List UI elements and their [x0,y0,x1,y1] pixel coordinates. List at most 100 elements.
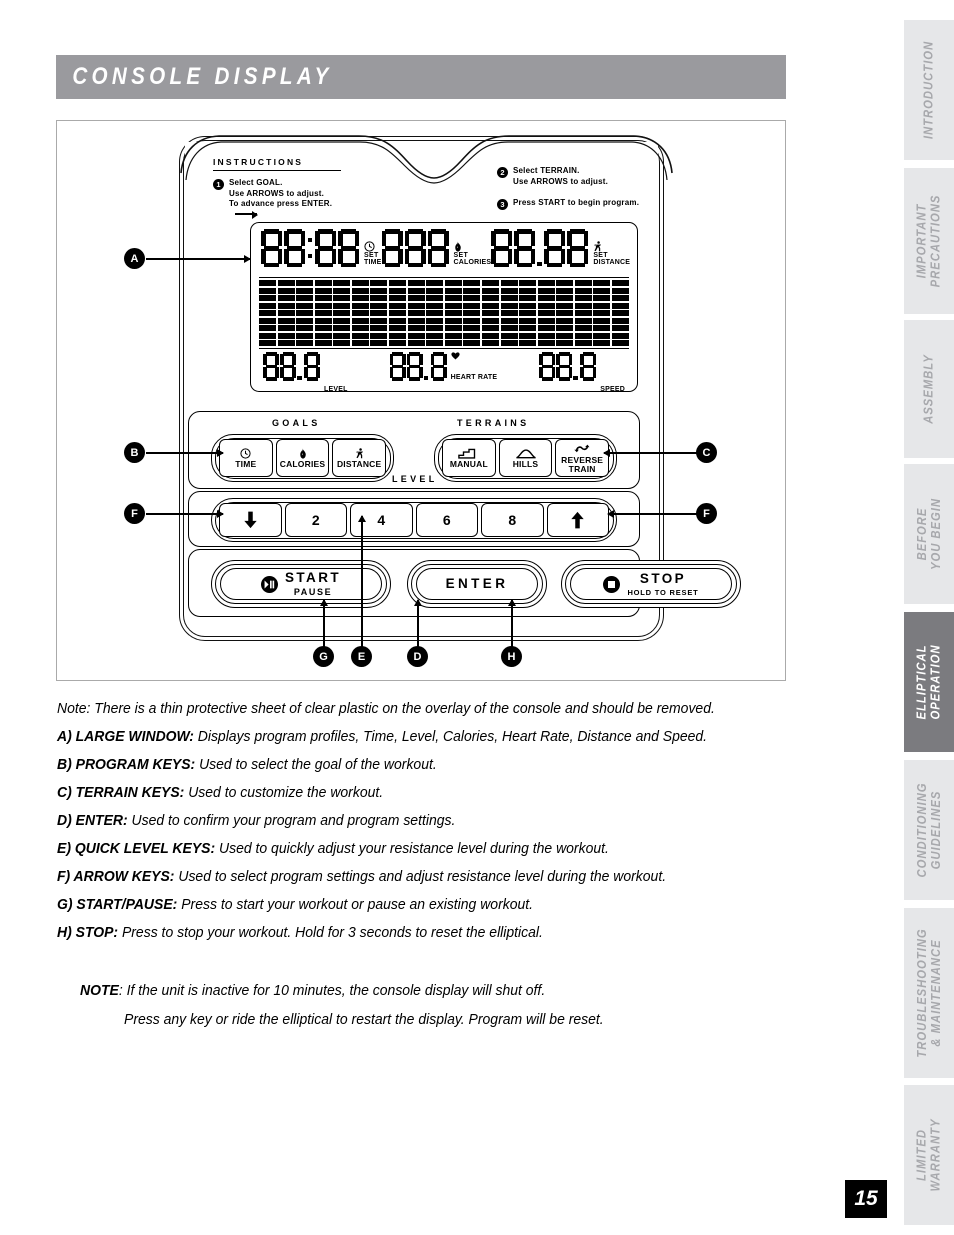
lcd-matrix-cell [574,340,592,346]
lcd-matrix-cell [537,325,555,331]
step-line: Select GOAL. [229,178,283,187]
lcd-matrix-row [259,302,629,309]
lcd-matrix-cell [463,325,481,331]
lcd-matrix-cell [314,310,332,316]
lcd-matrix-cell [314,332,332,339]
lcd-matrix-cell [296,302,314,309]
level-key-up-arrow[interactable] [546,503,609,537]
sidebar-tab-limited-warranty[interactable]: LIMITED WARRANTY [904,1085,954,1225]
goal-key-label: TIME [235,458,257,469]
callout-g: G [313,646,334,667]
lcd-matrix-cell [259,340,276,346]
lcd-matrix-cell [296,317,314,324]
start-pause-button[interactable]: START PAUSE [211,560,391,608]
step-line: To advance press ENTER. [229,199,353,220]
lcd-matrix-cell [351,302,369,309]
lcd-matrix-cell [574,332,592,339]
lcd-matrix-cell [296,332,314,339]
lcd-matrix-cell [259,310,276,316]
desc-item-b: B) PROGRAM KEYS: Used to select the goal… [57,751,729,779]
terrain-key-manual[interactable]: MANUAL [442,439,496,477]
lcd-matrix-cell [556,280,574,286]
sidebar-tab-elliptical-operation[interactable]: ELLIPTICAL OPERATION [904,612,954,752]
lcd-matrix-cell [444,310,462,316]
lcd-matrix-cell [296,340,314,346]
lcd-matrix-cell [333,280,351,286]
sidebar-tab-conditioning-guidelines[interactable]: CONDITIONING GUIDELINES [904,760,954,900]
level-key-2[interactable]: 2 [284,503,347,537]
page-title-bar: CONSOLE DISPLAY [56,55,786,99]
desc-text: Displays program profiles, Time, Level, … [193,728,708,745]
hold-to-reset-label: HOLD TO RESET [627,587,699,597]
instructions-rule [213,170,341,171]
desc-key: F) ARROW KEYS: [57,868,175,885]
level-key-6[interactable]: 6 [415,503,478,537]
lcd-matrix-cell [574,295,592,301]
desc-key: H) STOP: [57,924,119,941]
lcd-matrix-cell [556,340,574,346]
step-line: Press START to begin program. [513,198,640,207]
lcd-matrix-cell [519,280,537,286]
sidebar-tab-important-precautions[interactable]: IMPORTANT PRECAUTIONS [904,168,954,314]
lcd-matrix-cell [519,340,537,346]
goal-key-label: DISTANCE [336,458,382,469]
sidebar-tab-troubleshooting-maintenance[interactable]: TROUBLESHOOTING & MAINTENANCE [904,908,954,1078]
lcd-matrix-cell [333,325,351,331]
goal-key-time[interactable]: TIME [219,439,273,477]
terrain-key-hills[interactable]: HILLS [498,439,553,477]
lcd-matrix-cell [333,295,351,301]
lcd-matrix-cell [333,317,351,324]
terrain-key-reverse-train[interactable]: REVERSE TRAIN [555,439,610,477]
sidebar-tab-assembly[interactable]: ASSEMBLY [904,320,954,458]
lcd-matrix-cell [500,325,518,331]
lcd-field-time: SET TIME [261,229,382,267]
terrain-key-label: REVERSE TRAIN [561,456,603,473]
goal-key-distance[interactable]: DISTANCE [332,439,387,477]
lcd-matrix-cell [574,280,592,286]
runner-icon [593,241,630,252]
lcd-matrix-cell [351,280,369,286]
sidebar-tab-introduction[interactable]: INTRODUCTION [904,20,954,160]
lcd-decimal-point [573,352,579,381]
lcd-matrix-cell [537,332,555,339]
desc-item-h: H) STOP: Press to stop your workout. Hol… [57,919,729,947]
lcd-matrix-cell [259,317,276,324]
lcd-field-label: HEART RATE [450,374,498,381]
callout-e-leader [358,515,365,647]
lcd-matrix-cell [370,310,388,316]
enter-label: ENTER [445,576,509,592]
lcd-matrix-cell [500,287,518,294]
level-key-down-arrow[interactable] [219,503,282,537]
sidebar-tab-label-line2: WARRANTY [929,1118,943,1192]
stop-button[interactable]: STOP HOLD TO RESET [561,560,741,608]
lcd-digits-calories [381,229,451,267]
lcd-matrix-cell [314,317,332,324]
lcd-matrix-cell [574,302,592,309]
lcd-matrix-cell [296,310,314,316]
level-key-label: 8 [508,512,517,528]
lcd-matrix-cell [556,332,574,339]
enter-button[interactable]: ENTER [407,560,547,608]
lcd-matrix-cell [407,325,425,331]
desc-item-c: C) TERRAIN KEYS: Used to customize the w… [57,779,729,807]
lcd-matrix-cell [481,287,499,294]
note-line-1: NOTE: If the unit is inactive for 10 min… [80,976,724,1005]
lcd-matrix-cell [407,317,425,324]
sidebar-tab-label-line2: YOU BEGIN [929,497,943,571]
lcd-matrix-cell [426,325,444,331]
lcd-matrix-cell [463,302,481,309]
sidebar-tab-label-line2: GUIDELINES [929,790,943,870]
callout-b: B [124,442,145,463]
goals-title: GOALS [272,418,321,428]
lcd-matrix-cell [314,287,332,294]
goal-key-calories[interactable]: CALORIES [275,439,330,477]
desc-text: Press to stop your workout. Hold for 3 s… [118,924,543,941]
callout-a: A [124,248,145,269]
lcd-matrix-cell [333,302,351,309]
level-key-8[interactable]: 8 [481,503,544,537]
lcd-matrix-cell [519,287,537,294]
lcd-matrix-row [259,325,629,331]
sidebar-tab-before-you-begin[interactable]: BEFORE YOU BEGIN [904,464,954,604]
lcd-matrix-cell [389,287,407,294]
lcd-matrix-cell [556,317,574,324]
